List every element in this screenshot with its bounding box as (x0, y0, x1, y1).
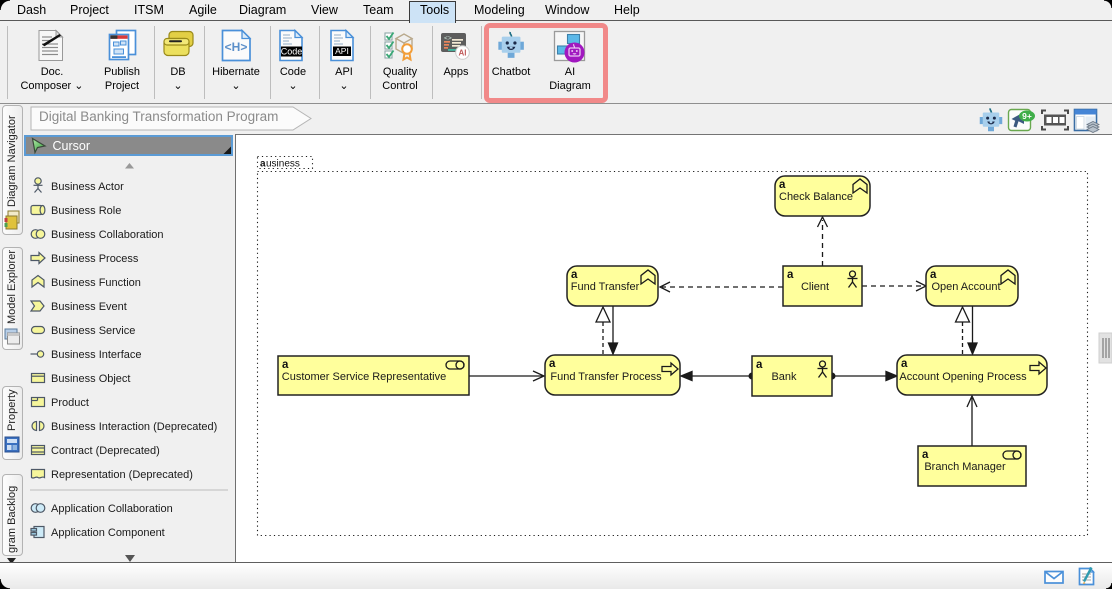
svg-text:a: a (571, 269, 578, 281)
svg-text:Business Event: Business Event (51, 301, 127, 313)
svg-text:Code: Code (281, 47, 303, 57)
svg-text:Client: Client (801, 281, 829, 293)
svg-text:<>: <> (444, 35, 452, 42)
svg-text:Fund Transfer Process: Fund Transfer Process (550, 371, 662, 383)
svg-text:Open Account: Open Account (931, 281, 1000, 293)
svg-text:a: a (756, 359, 763, 371)
svg-text:Product: Product (51, 397, 89, 409)
svg-text:Bank: Bank (771, 371, 797, 383)
svg-text:Representation (Deprecated): Representation (Deprecated) (51, 469, 193, 481)
svg-text:<H>: <H> (225, 40, 248, 54)
svg-text:Business Collaboration: Business Collaboration (51, 229, 164, 241)
svg-text:Check Balance: Check Balance (779, 191, 853, 203)
svg-text:Business Service: Business Service (51, 325, 135, 337)
svg-text:Account Opening Process: Account Opening Process (899, 371, 1027, 383)
svg-text:a: a (282, 359, 289, 371)
svg-text:9+: 9+ (1022, 111, 1032, 121)
svg-text:Business Process: Business Process (51, 253, 139, 265)
svg-text:a: a (549, 358, 556, 370)
svg-text:a: a (922, 449, 929, 461)
svg-text:Application Component: Application Component (51, 527, 165, 539)
svg-text:usiness: usiness (266, 159, 300, 170)
svg-text:a: a (901, 358, 908, 370)
svg-text:Contract (Deprecated): Contract (Deprecated) (51, 445, 160, 457)
svg-text:Cursor: Cursor (53, 139, 91, 153)
svg-text:Customer Service Representativ: Customer Service Representative (282, 371, 446, 383)
svg-text:Branch Manager: Branch Manager (924, 461, 1006, 473)
svg-text:Application Collaboration: Application Collaboration (51, 503, 173, 515)
svg-text:a: a (787, 269, 794, 281)
svg-text:Business Object: Business Object (51, 373, 130, 385)
svg-text:Business Function: Business Function (51, 277, 141, 289)
svg-text:AI: AI (459, 49, 467, 58)
svg-text:Business Interface: Business Interface (51, 349, 142, 361)
svg-text:Fund Transfer: Fund Transfer (571, 281, 640, 293)
svg-text:Business Actor: Business Actor (51, 181, 124, 193)
svg-text:API: API (335, 46, 349, 56)
svg-text:Business Interaction (Deprecat: Business Interaction (Deprecated) (51, 421, 217, 433)
svg-text:a: a (779, 179, 786, 191)
svg-text:a: a (930, 269, 937, 281)
svg-text:Business Role: Business Role (51, 205, 121, 217)
